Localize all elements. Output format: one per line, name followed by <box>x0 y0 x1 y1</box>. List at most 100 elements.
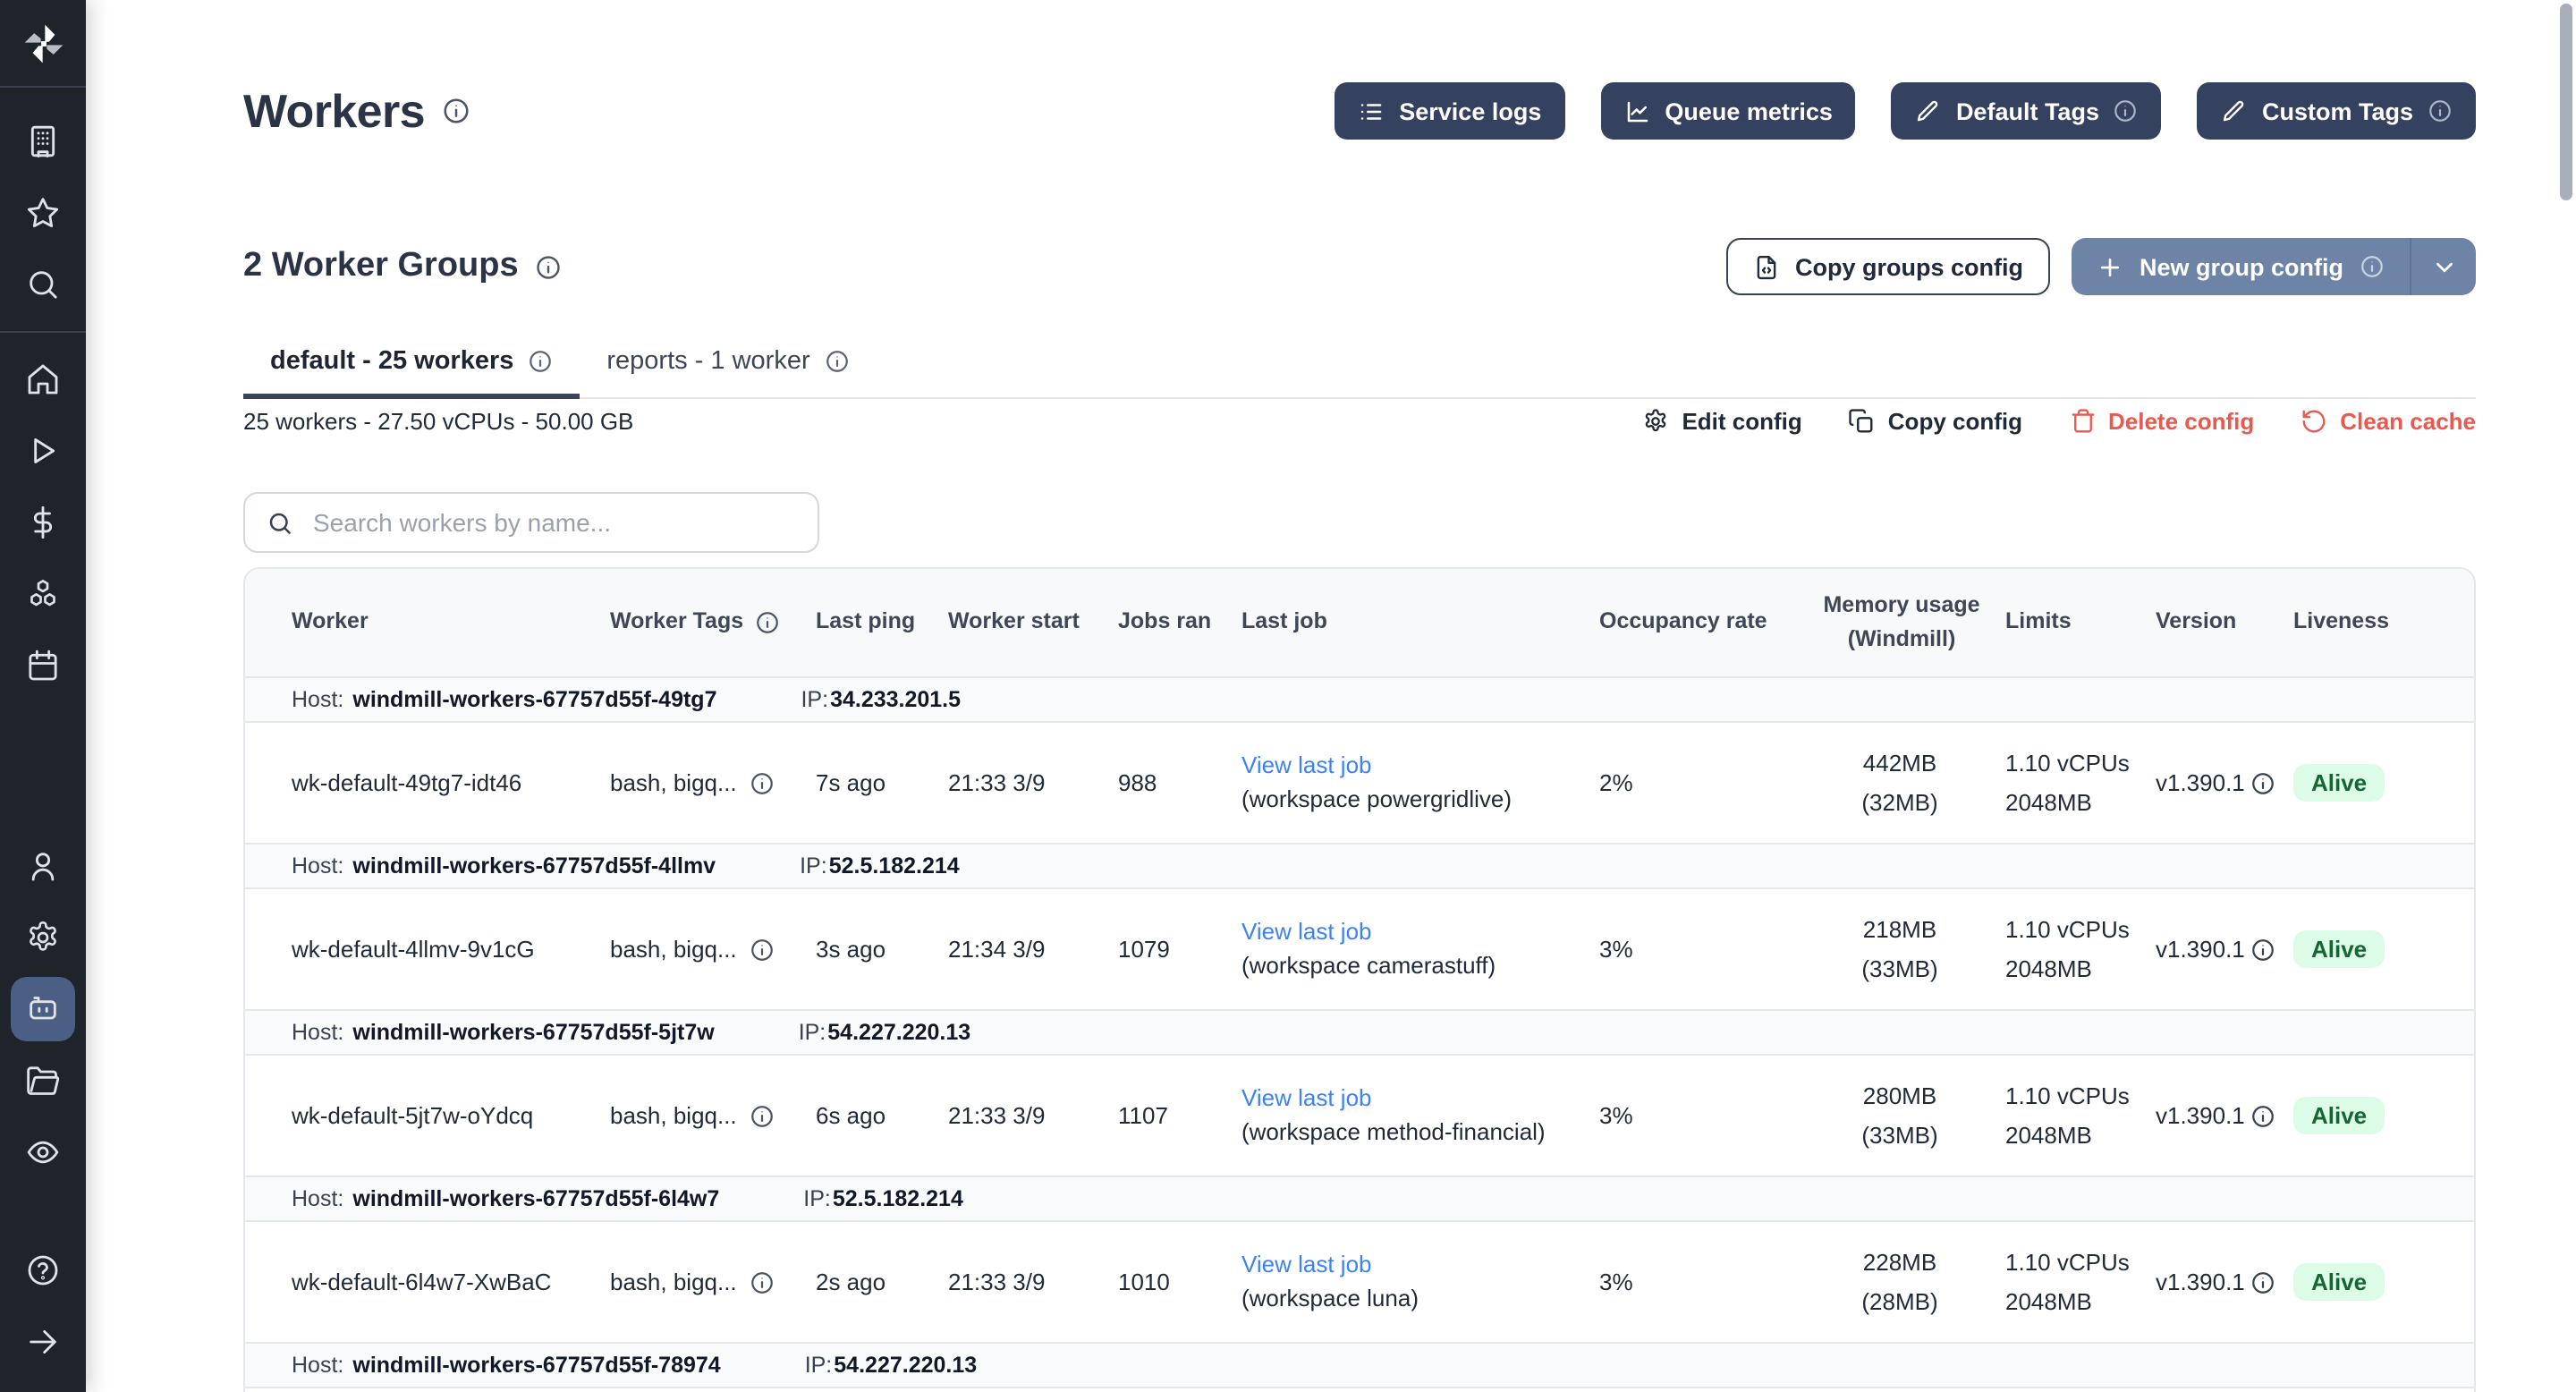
host-label: Host: <box>292 853 343 878</box>
delete-config-button[interactable]: Delete config <box>2069 408 2254 435</box>
info-icon[interactable] <box>535 253 562 280</box>
service-logs-button[interactable]: Service logs <box>1335 82 1564 140</box>
info-icon[interactable] <box>2114 98 2139 123</box>
sidebar-item-help[interactable] <box>11 1238 75 1303</box>
windmill-logo[interactable] <box>0 0 86 88</box>
version: v1.390.1 <box>2156 1102 2293 1129</box>
memory-usage: 280MB(33MB) <box>1809 1077 2005 1154</box>
sidebar-item-audit[interactable] <box>11 1120 75 1184</box>
last-job: View last job (workspace method-financia… <box>1241 1083 1599 1149</box>
sidebar-item-workers[interactable] <box>11 977 75 1041</box>
info-icon[interactable] <box>2360 254 2385 279</box>
sidebar-group-bottom <box>0 1235 86 1378</box>
last-ping: 2s ago <box>816 1269 948 1295</box>
info-icon[interactable] <box>443 97 471 125</box>
host-row: Host: windmill-workers-67757d55f-4llmv I… <box>245 843 2474 889</box>
ip-value: 34.233.201.5 <box>830 687 961 712</box>
pencil-icon <box>1915 98 1942 124</box>
sidebar-item-expand[interactable] <box>11 1310 75 1374</box>
search-workers-input[interactable] <box>309 506 796 539</box>
last-job-workspace: (workspace luna) <box>1241 1282 1585 1314</box>
view-last-job-link[interactable]: View last job <box>1241 1083 1585 1116</box>
home-icon <box>25 361 61 397</box>
queue-metrics-button[interactable]: Queue metrics <box>1600 82 1856 140</box>
tab-default[interactable]: default - 25 workers <box>243 333 580 399</box>
host-name: windmill-workers-67757d55f-4llmv <box>352 853 716 878</box>
host-row: Host: windmill-workers-67757d55f-5jt7w I… <box>245 1009 2474 1056</box>
ip-label: IP: <box>799 1020 826 1045</box>
column-header: Jobs ran <box>1118 606 1241 641</box>
star-icon <box>25 195 61 231</box>
arrow-right-icon <box>25 1324 61 1360</box>
worker-tags: bash, bigq... <box>610 936 816 963</box>
new-group-config-button[interactable]: New group config <box>2072 238 2476 295</box>
sidebar-item-resources[interactable] <box>11 562 75 626</box>
column-header: Last job <box>1241 606 1599 641</box>
sidebar-item-schedules[interactable] <box>11 633 75 698</box>
copy-groups-config-button[interactable]: Copy groups config <box>1725 238 2050 295</box>
info-icon[interactable] <box>2250 937 2275 962</box>
last-job: View last job (workspace luna) <box>1241 1250 1599 1315</box>
copy-config-button[interactable]: Copy config <box>1849 408 2022 435</box>
info-icon[interactable] <box>750 1103 775 1128</box>
sidebar-item-variables[interactable] <box>11 490 75 555</box>
sidebar-item-settings[interactable] <box>11 905 75 970</box>
sidebar-item-workspaces[interactable] <box>11 109 75 174</box>
info-icon[interactable] <box>528 349 553 374</box>
ip-value: 54.227.220.13 <box>834 1353 977 1378</box>
file-code-icon <box>1752 253 1779 280</box>
info-icon[interactable] <box>2250 770 2275 795</box>
group-summary: 25 workers - 27.50 vCPUs - 50.00 GB <box>243 408 633 435</box>
info-icon[interactable] <box>2250 1103 2275 1128</box>
info-icon[interactable] <box>825 349 850 374</box>
custom-tags-button[interactable]: Custom Tags <box>2198 82 2476 140</box>
view-last-job-link[interactable]: View last job <box>1241 751 1585 783</box>
trash-icon <box>2069 408 2096 435</box>
last-job: View last job (workspace powergridlive) <box>1241 751 1599 816</box>
occupancy-rate: 3% <box>1599 936 1809 963</box>
worker-name: wk-default-4llmv-9v1cG <box>292 936 610 963</box>
last-job-workspace: (workspace camerastuff) <box>1241 949 1585 981</box>
vertical-scrollbar[interactable] <box>2560 4 2572 200</box>
table-header: WorkerWorker TagsLast pingWorker startJo… <box>245 569 2474 676</box>
sidebar-item-users[interactable] <box>11 834 75 898</box>
info-icon[interactable] <box>2428 98 2453 123</box>
sidebar-item-folders[interactable] <box>11 1048 75 1113</box>
tab-reports[interactable]: reports - 1 worker <box>580 333 876 399</box>
edit-config-button[interactable]: Edit config <box>1642 408 1801 435</box>
column-header: Memory usage (Windmill) <box>1809 588 2005 658</box>
sidebar-item-home[interactable] <box>11 347 75 412</box>
worker-tags: bash, bigq... <box>610 769 816 796</box>
clean-cache-button[interactable]: Clean cache <box>2301 408 2476 435</box>
alive-badge: Alive <box>2293 1097 2385 1134</box>
search-workers-box[interactable] <box>243 492 819 553</box>
last-ping: 3s ago <box>816 936 948 963</box>
info-icon[interactable] <box>750 1269 775 1294</box>
info-icon[interactable] <box>750 770 775 795</box>
limits: 1.10 vCPUs2048MB <box>2005 1243 2156 1320</box>
chevron-down-icon <box>2430 253 2457 280</box>
sidebar-item-search[interactable] <box>11 252 75 317</box>
view-last-job-link[interactable]: View last job <box>1241 917 1585 949</box>
sidebar-item-favorites[interactable] <box>11 181 75 245</box>
info-icon[interactable] <box>750 937 775 962</box>
new-group-config-dropdown[interactable] <box>2410 238 2476 295</box>
worker-row: wk-default-4llmv-9v1cG bash, bigq... 3s … <box>245 889 2474 1009</box>
sidebar-item-runs[interactable] <box>11 419 75 483</box>
ip-label: IP: <box>803 1186 831 1211</box>
memory-usage: 228MB(28MB) <box>1809 1243 2005 1320</box>
jobs-ran: 1079 <box>1118 936 1241 963</box>
default-tags-button[interactable]: Default Tags <box>1892 82 2162 140</box>
info-icon[interactable] <box>2250 1269 2275 1294</box>
ip-value: 52.5.182.214 <box>833 1186 963 1211</box>
view-last-job-link[interactable]: View last job <box>1241 1250 1585 1282</box>
worker-group-tabs: default - 25 workers reports - 1 worker <box>243 333 2476 399</box>
host-name: windmill-workers-67757d55f-5jt7w <box>352 1020 714 1045</box>
jobs-ran: 1107 <box>1118 1102 1241 1129</box>
column-header: Occupancy rate <box>1599 606 1809 641</box>
worker-row: wk-default-49tg7-idt46 bash, bigq... 7s … <box>245 723 2474 843</box>
info-icon[interactable] <box>754 610 779 635</box>
column-header: Worker <box>292 606 610 641</box>
host-row: Host: windmill-workers-67757d55f-49tg7 I… <box>245 676 2474 723</box>
memory-usage: 442MB(32MB) <box>1809 744 2005 821</box>
